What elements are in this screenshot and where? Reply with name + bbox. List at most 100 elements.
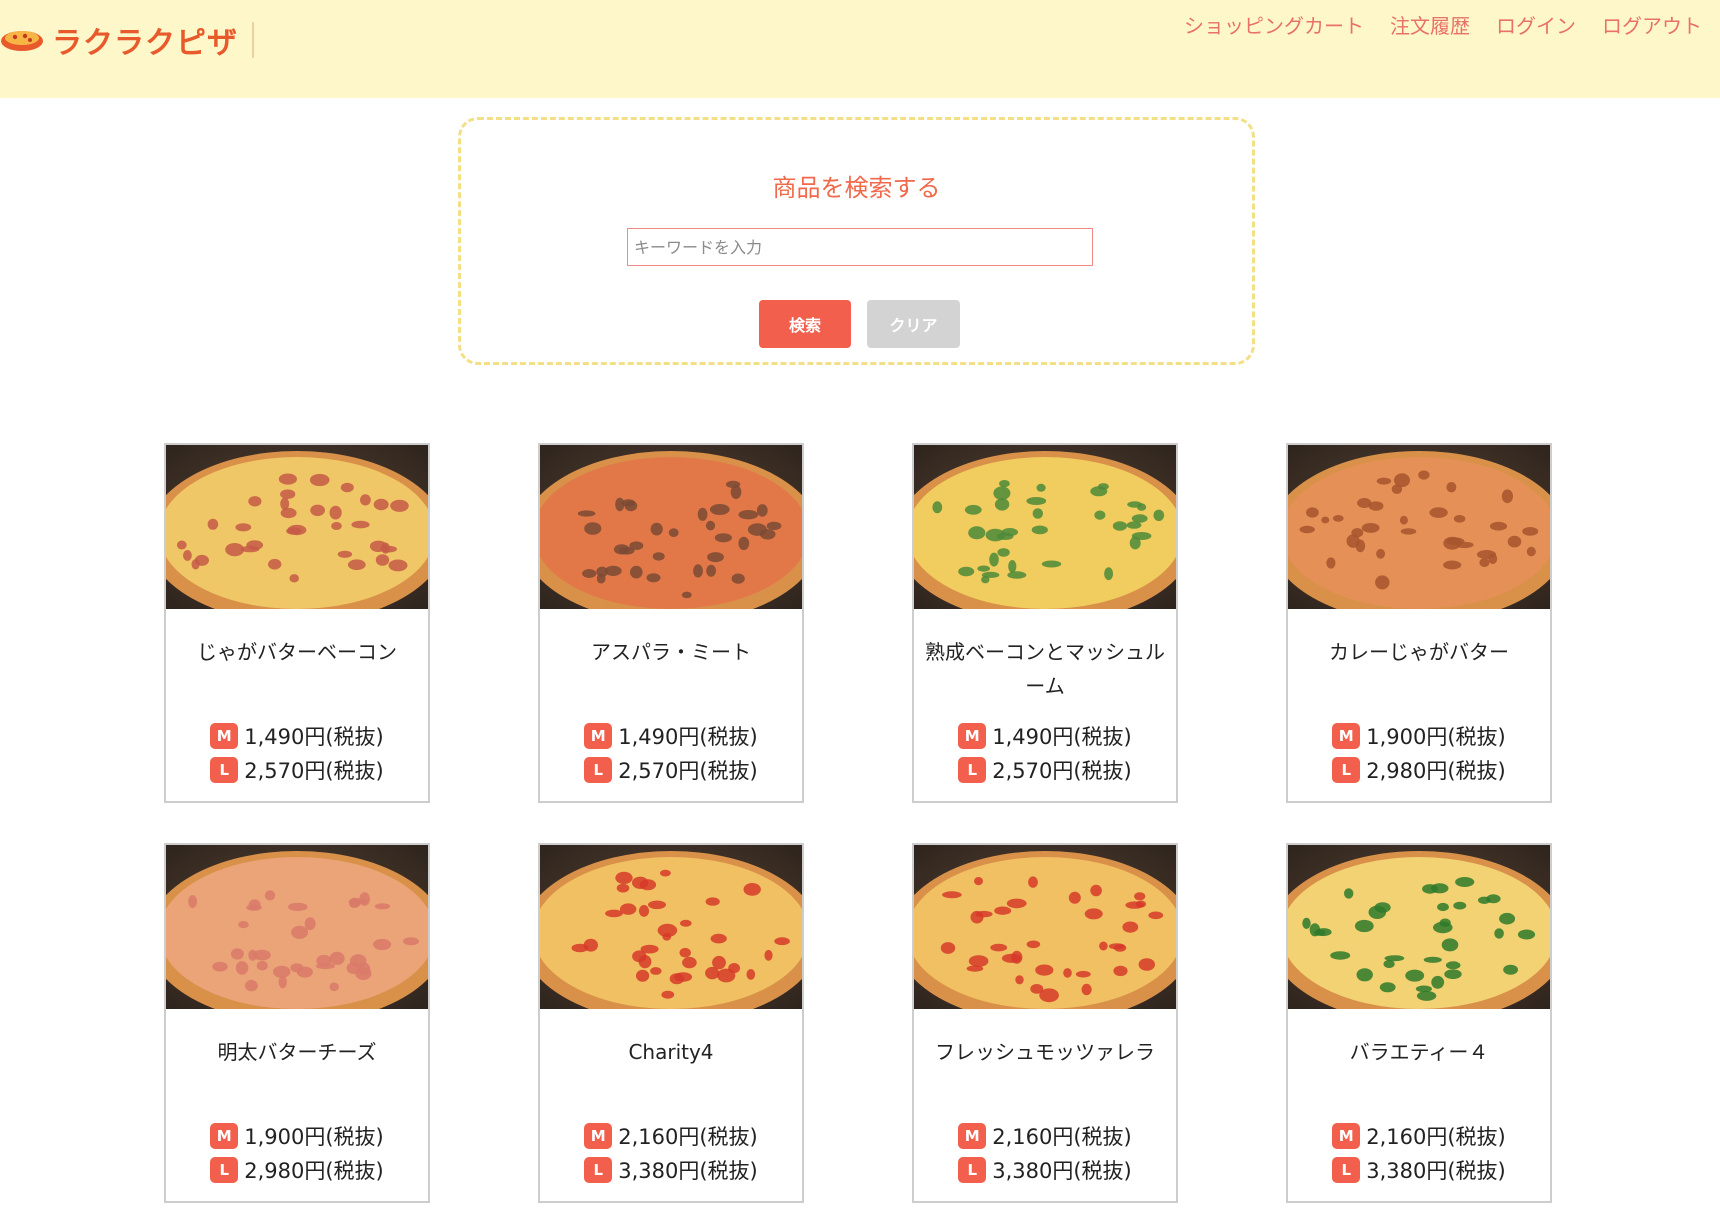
- pizza-topping: [288, 902, 308, 912]
- pizza-topping: [638, 905, 650, 917]
- pizza-topping: [759, 529, 776, 540]
- pizza-topping: [1134, 892, 1146, 901]
- pizza-topping: [1423, 956, 1442, 963]
- pizza-image[interactable]: [540, 845, 802, 1009]
- pizza-topping: [1376, 548, 1386, 559]
- pizza-topping: [668, 528, 679, 537]
- pizza-topping: [1441, 938, 1459, 952]
- pizza-topping: [1063, 968, 1072, 978]
- price-medium-value: 2,160円(税抜): [1366, 1125, 1506, 1149]
- product-name[interactable]: アスパラ・ミート: [540, 635, 802, 669]
- pizza-topping: [1488, 553, 1498, 565]
- size-l-badge: L: [958, 757, 987, 783]
- product-name[interactable]: じゃがバターベーコン: [166, 635, 428, 669]
- pizza-topping: [636, 969, 650, 982]
- product-name[interactable]: バラエティー４: [1288, 1035, 1550, 1069]
- pizza-topping: [1068, 891, 1081, 904]
- pizza-topping: [309, 473, 330, 487]
- pizza-topping: [1099, 941, 1108, 951]
- pizza-topping: [1356, 968, 1373, 982]
- pizza-topping: [710, 933, 727, 944]
- pizza-topping: [183, 550, 192, 561]
- pizza-image[interactable]: [166, 845, 428, 1009]
- pizza-topping: [650, 522, 663, 536]
- product-name[interactable]: Charity4: [540, 1035, 802, 1069]
- product-name[interactable]: 明太バターチーズ: [166, 1035, 428, 1069]
- pizza-topping: [975, 910, 993, 918]
- nav-order-history[interactable]: 注文履歴: [1390, 10, 1470, 39]
- pizza-topping: [1431, 975, 1445, 989]
- pizza-image[interactable]: [1288, 445, 1550, 609]
- site-logo[interactable]: ラクラクピザ: [0, 20, 254, 61]
- pizza-topping: [1026, 940, 1041, 949]
- product-card[interactable]: カレーじゃがバター M 1,900円(税抜) L 2,980円(税抜): [1286, 443, 1552, 803]
- product-card[interactable]: じゃがバターベーコン M 1,490円(税抜) L 2,570円(税抜): [164, 443, 430, 803]
- pizza-topping: [1446, 482, 1457, 493]
- pizza-topping: [212, 961, 228, 972]
- price-medium: M 1,490円(税抜): [914, 721, 1176, 751]
- pizza-topping: [774, 937, 790, 946]
- product-card[interactable]: Charity4 M 2,160円(税抜) L 3,380円(税抜): [538, 843, 804, 1203]
- product-card[interactable]: バラエティー４ M 2,160円(税抜) L 3,380円(税抜): [1286, 843, 1552, 1203]
- pizza-topping: [661, 990, 675, 999]
- pizza-topping: [337, 550, 353, 558]
- pizza-topping: [681, 591, 692, 599]
- pizza-topping: [188, 895, 197, 908]
- pizza-topping: [1039, 988, 1059, 1003]
- nav-shopping-cart[interactable]: ショッピングカート: [1184, 10, 1364, 39]
- pizza-topping: [1354, 919, 1374, 933]
- pizza-topping: [994, 906, 1012, 915]
- pizza-topping: [329, 505, 342, 520]
- pizza-topping: [1400, 528, 1417, 535]
- product-name[interactable]: 熟成ベーコンとマッシュルーム: [914, 635, 1176, 703]
- pizza-topping: [304, 917, 316, 931]
- pizza-topping: [942, 891, 962, 899]
- pizza-image[interactable]: [540, 445, 802, 609]
- product-name[interactable]: フレッシュモッツァレラ: [914, 1035, 1176, 1069]
- pizza-topping: [374, 903, 391, 910]
- pizza-topping: [1299, 525, 1315, 534]
- pizza-topping: [1026, 497, 1047, 505]
- product-card[interactable]: アスパラ・ミート M 1,490円(税抜) L 2,570円(税抜): [538, 443, 804, 803]
- pizza-topping: [990, 943, 1008, 952]
- nav-logout[interactable]: ログアウト: [1602, 10, 1702, 39]
- pizza-topping: [968, 955, 989, 967]
- pizza-topping: [974, 877, 983, 886]
- pizza-topping: [380, 545, 397, 553]
- pizza-topping: [746, 969, 756, 980]
- product-card[interactable]: 熟成ベーコンとマッシュルーム M 1,490円(税抜) L 2,570円(税抜): [912, 443, 1178, 803]
- pizza-image[interactable]: [914, 445, 1176, 609]
- pizza-topping: [989, 552, 999, 567]
- price-large-value: 2,980円(税抜): [1366, 759, 1506, 783]
- pizza-topping: [1344, 888, 1354, 899]
- product-name[interactable]: カレーじゃがバター: [1288, 635, 1550, 669]
- size-l-badge: L: [958, 1157, 987, 1183]
- pizza-topping: [1429, 507, 1448, 518]
- pizza-topping: [1081, 983, 1092, 996]
- pizza-topping: [680, 919, 692, 927]
- product-card[interactable]: 明太バターチーズ M 1,900円(税抜) L 2,980円(税抜): [164, 843, 430, 1203]
- pizza-topping: [1090, 486, 1108, 497]
- pizza-topping: [697, 507, 708, 521]
- search-input[interactable]: [627, 228, 1093, 266]
- price-medium: M 1,900円(税抜): [166, 1121, 428, 1151]
- pizza-topping: [402, 937, 420, 946]
- pizza-topping: [714, 533, 732, 543]
- pizza-image[interactable]: [166, 445, 428, 609]
- pizza-topping: [660, 869, 671, 877]
- pizza-topping: [1075, 970, 1091, 978]
- size-l-badge: L: [1332, 757, 1361, 783]
- pizza-topping: [977, 565, 990, 572]
- pizza-topping: [731, 573, 745, 584]
- pizza-image[interactable]: [914, 845, 1176, 1009]
- logo-divider: [252, 22, 254, 58]
- pizza-topping: [679, 947, 691, 958]
- search-button[interactable]: 検索: [759, 300, 851, 348]
- clear-button[interactable]: クリア: [867, 300, 960, 348]
- nav-login[interactable]: ログイン: [1496, 10, 1576, 39]
- product-card[interactable]: フレッシュモッツァレラ M 2,160円(税抜) L 3,380円(税抜): [912, 843, 1178, 1203]
- pizza-topping: [289, 574, 299, 583]
- price-large: L 2,570円(税抜): [540, 755, 802, 785]
- pizza-topping: [291, 925, 309, 939]
- pizza-image[interactable]: [1288, 845, 1550, 1009]
